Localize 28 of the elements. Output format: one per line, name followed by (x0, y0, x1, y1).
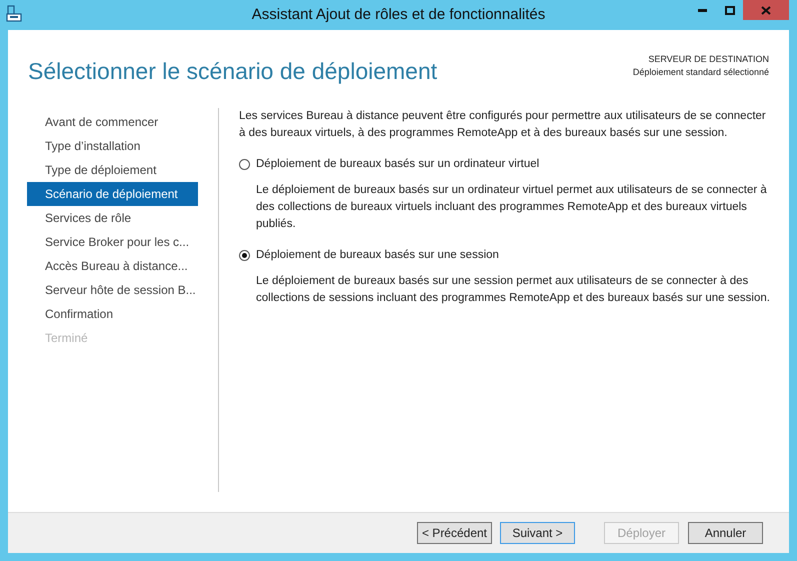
option-description: Le déploiement de bureaux basés sur un ordinateur virtuel permet aux utilisateurs de se connecter à des collections de bureaux virtuels incluant des programmes RemoteApp et des bureaux virtuels publiés. (256, 183, 768, 232)
maximize-icon (724, 6, 734, 14)
wizard-button[interactable]: Suivant > (500, 522, 575, 544)
window-title: Assistant Ajout de rôles et de fonctionnalités (252, 4, 546, 25)
wizard-button[interactable]: Annuler (688, 522, 763, 544)
step-item[interactable]: Avant de commencer (27, 110, 198, 134)
page-title: Sélectionner le scénario de déploiement (28, 57, 438, 86)
destination-value: Déploiement standard sélectionné (632, 66, 769, 79)
intro-text: Les services Bureau à distance peuvent être configurés pour permettre aux utilisateurs de se connecter à des bureaux virtuels, à des programmes RemoteApp et à des bureaux basés sur une session. (239, 109, 767, 141)
wizard-button[interactable]: < Précédent (417, 522, 492, 544)
step-item[interactable]: Type d’installation (27, 134, 198, 158)
radio-button[interactable] (239, 250, 250, 261)
destination-label: SERVEUR DE DESTINATION (648, 53, 769, 66)
server-icon (6, 5, 22, 23)
radio-option[interactable]: Déploiement de bureaux basés sur une session (239, 247, 499, 264)
close-icon (761, 6, 771, 14)
close-button[interactable] (743, 0, 789, 20)
step-item[interactable]: Type de déploiement (27, 158, 198, 182)
step-item[interactable]: Services de rôle (27, 206, 198, 230)
option-description: Le déploiement de bureaux basés sur une session permet aux utilisateurs de se connecter à des collections de sessions incluant des programmes RemoteApp et des bureaux basés sur une session. (256, 274, 771, 306)
minimize-icon (698, 8, 707, 12)
step-item[interactable]: Scénario de déploiement (27, 182, 198, 206)
radio-button[interactable] (239, 159, 250, 170)
step-item[interactable]: Accès Bureau à distance... (27, 254, 198, 278)
radio-option[interactable]: Déploiement de bureaux basés sur un ordinateur virtuel (239, 156, 540, 173)
step-item[interactable]: Serveur hôte de session B... (27, 278, 198, 302)
step-item[interactable]: Confirmation (27, 302, 198, 326)
step-item[interactable]: Service Broker pour les c... (27, 230, 198, 254)
